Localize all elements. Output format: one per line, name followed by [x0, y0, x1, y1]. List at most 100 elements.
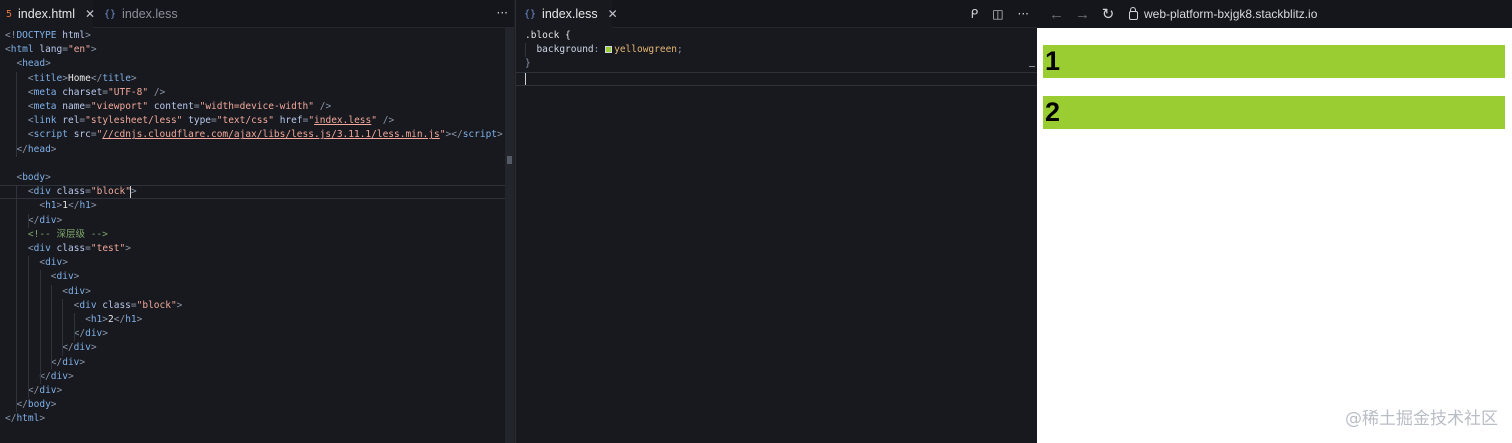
- code-line[interactable]: <div class="block">: [5, 299, 183, 313]
- code-token: body: [27, 399, 51, 411]
- code-line[interactable]: <head>: [5, 57, 50, 71]
- code-token: div: [79, 299, 97, 311]
- code-line[interactable]: <link rel="stylesheet/less" type="text/c…: [5, 114, 394, 128]
- code-line[interactable]: <div>: [5, 256, 68, 270]
- html5-icon: 5: [6, 8, 13, 20]
- code-token: div: [73, 342, 91, 354]
- code-line[interactable]: <div class="block">: [5, 185, 137, 199]
- code-line[interactable]: <body>: [5, 171, 51, 185]
- code-line[interactable]: background: yellowgreen;: [525, 43, 683, 57]
- code-token: </: [5, 413, 17, 425]
- tab-index-html[interactable]: 5 index.html ✕: [0, 0, 95, 28]
- code-token: h1: [90, 314, 103, 325]
- close-icon[interactable]: ✕: [85, 7, 95, 21]
- code-line[interactable]: <meta charset="UTF-8" />: [5, 86, 165, 100]
- code-line[interactable]: }: [525, 57, 531, 71]
- code-token: >: [90, 342, 97, 354]
- back-arrow-icon[interactable]: ←: [1049, 6, 1064, 23]
- code-line[interactable]: <h1>1</h1>: [5, 199, 96, 213]
- code-line[interactable]: .block {: [525, 29, 571, 43]
- code-token: head: [27, 143, 51, 155]
- less-code-area[interactable]: .block { background: yellowgreen;}: [516, 28, 1037, 443]
- reload-icon[interactable]: ↻: [1101, 5, 1115, 23]
- code-token: background: [536, 44, 594, 56]
- code-token: </: [27, 214, 40, 226]
- code-token: div: [62, 356, 80, 368]
- code-token: >: [85, 285, 91, 297]
- code-token: lang: [39, 44, 63, 56]
- code-token: >: [73, 271, 80, 283]
- code-line[interactable]: <script src="//cdnjs.cloudflare.com/ajax…: [5, 128, 503, 142]
- code-token: h1: [45, 200, 57, 212]
- html-code-area[interactable]: <!DOCTYPE html> <html lang="en"> <head> <…: [0, 28, 514, 443]
- forward-arrow-icon[interactable]: →: [1075, 6, 1090, 23]
- color-swatch-icon[interactable]: [605, 46, 613, 54]
- scrollbar[interactable]: [505, 28, 514, 443]
- code-token: >: [56, 385, 63, 396]
- code-line[interactable]: <html lang="en">: [5, 43, 97, 57]
- url-text: web-platform-bxjgk8.stackblitz.io: [1144, 7, 1318, 21]
- code-line[interactable]: <!-- 深层级 -->: [5, 228, 108, 242]
- preview-icon[interactable]: ᑭ: [971, 7, 979, 21]
- watermark: @稀土掘金技术社区: [1345, 409, 1498, 429]
- code-token: </: [73, 328, 86, 340]
- code-token: ;: [677, 44, 683, 56]
- lock-icon: [1129, 6, 1138, 20]
- code-token: >: [45, 172, 51, 183]
- code-token: div: [50, 370, 68, 382]
- code-token: <!: [5, 30, 17, 41]
- code-token: index.less: [314, 115, 372, 127]
- close-icon[interactable]: ✕: [608, 7, 618, 21]
- code-token: "width=device-width": [199, 101, 314, 112]
- indent-guide: [16, 185, 17, 413]
- more-actions-icon[interactable]: ···: [497, 0, 508, 28]
- code-line[interactable]: <!DOCTYPE html>: [5, 29, 91, 43]
- code-token: div: [56, 271, 74, 283]
- code-line[interactable]: </head>: [5, 143, 56, 157]
- editor-actions: ᑭ ◫ ···: [957, 0, 1029, 28]
- code-line[interactable]: <meta name="viewport" content="width=dev…: [5, 100, 331, 114]
- code-token: >: [130, 72, 137, 84]
- code-line[interactable]: </div>: [5, 384, 62, 398]
- scrollbar-thumb[interactable]: [507, 156, 512, 164]
- code-line[interactable]: </html>: [5, 412, 45, 426]
- split-editor-icon[interactable]: ◫: [992, 7, 1003, 21]
- code-line[interactable]: <div>: [5, 285, 91, 299]
- code-token: link: [33, 115, 57, 127]
- preview-block-1: 1: [1043, 45, 1505, 78]
- code-token: //cdnjs.cloudflare.com/ajax/libs/less.js…: [102, 129, 440, 141]
- code-token: >: [90, 44, 97, 56]
- code-token: class: [102, 299, 131, 311]
- more-actions-icon[interactable]: ···: [1018, 7, 1029, 21]
- tab-index-less[interactable]: {} index.less: [96, 0, 196, 28]
- address-bar[interactable]: web-platform-bxjgk8.stackblitz.io: [1129, 6, 1318, 21]
- code-line[interactable]: </div>: [5, 327, 108, 341]
- code-token: div: [45, 257, 63, 269]
- code-line[interactable]: </div>: [5, 214, 62, 228]
- code-line[interactable]: <title>Home</title>: [5, 72, 137, 86]
- code-token: content: [153, 101, 194, 112]
- code-token: yellowgreen: [614, 44, 678, 56]
- code-line[interactable]: </div>: [5, 356, 85, 370]
- less-editor-pane: {} index.less ✕ ᑭ ◫ ··· .block { backgro…: [515, 0, 1037, 443]
- code-token: >: [85, 30, 91, 41]
- left-tabbar: 5 index.html ✕ {} index.less ···: [0, 0, 514, 28]
- code-line[interactable]: <div class="test">: [5, 242, 131, 256]
- code-token: src: [73, 129, 91, 141]
- code-token: </: [50, 356, 63, 368]
- code-token: DOCTYPE: [16, 30, 57, 41]
- code-token: meta: [33, 86, 57, 98]
- code-token: "test": [90, 243, 126, 254]
- code-token: >: [102, 328, 108, 340]
- code-token: </: [16, 399, 28, 411]
- code-token: </: [62, 342, 74, 354]
- tab-index-less-active[interactable]: {} index.less ✕: [516, 0, 618, 28]
- code-token: ></: [445, 129, 463, 141]
- code-token: </: [16, 143, 28, 155]
- code-token: body: [22, 172, 46, 183]
- code-line[interactable]: </body>: [5, 398, 56, 412]
- code-token: script: [462, 129, 498, 141]
